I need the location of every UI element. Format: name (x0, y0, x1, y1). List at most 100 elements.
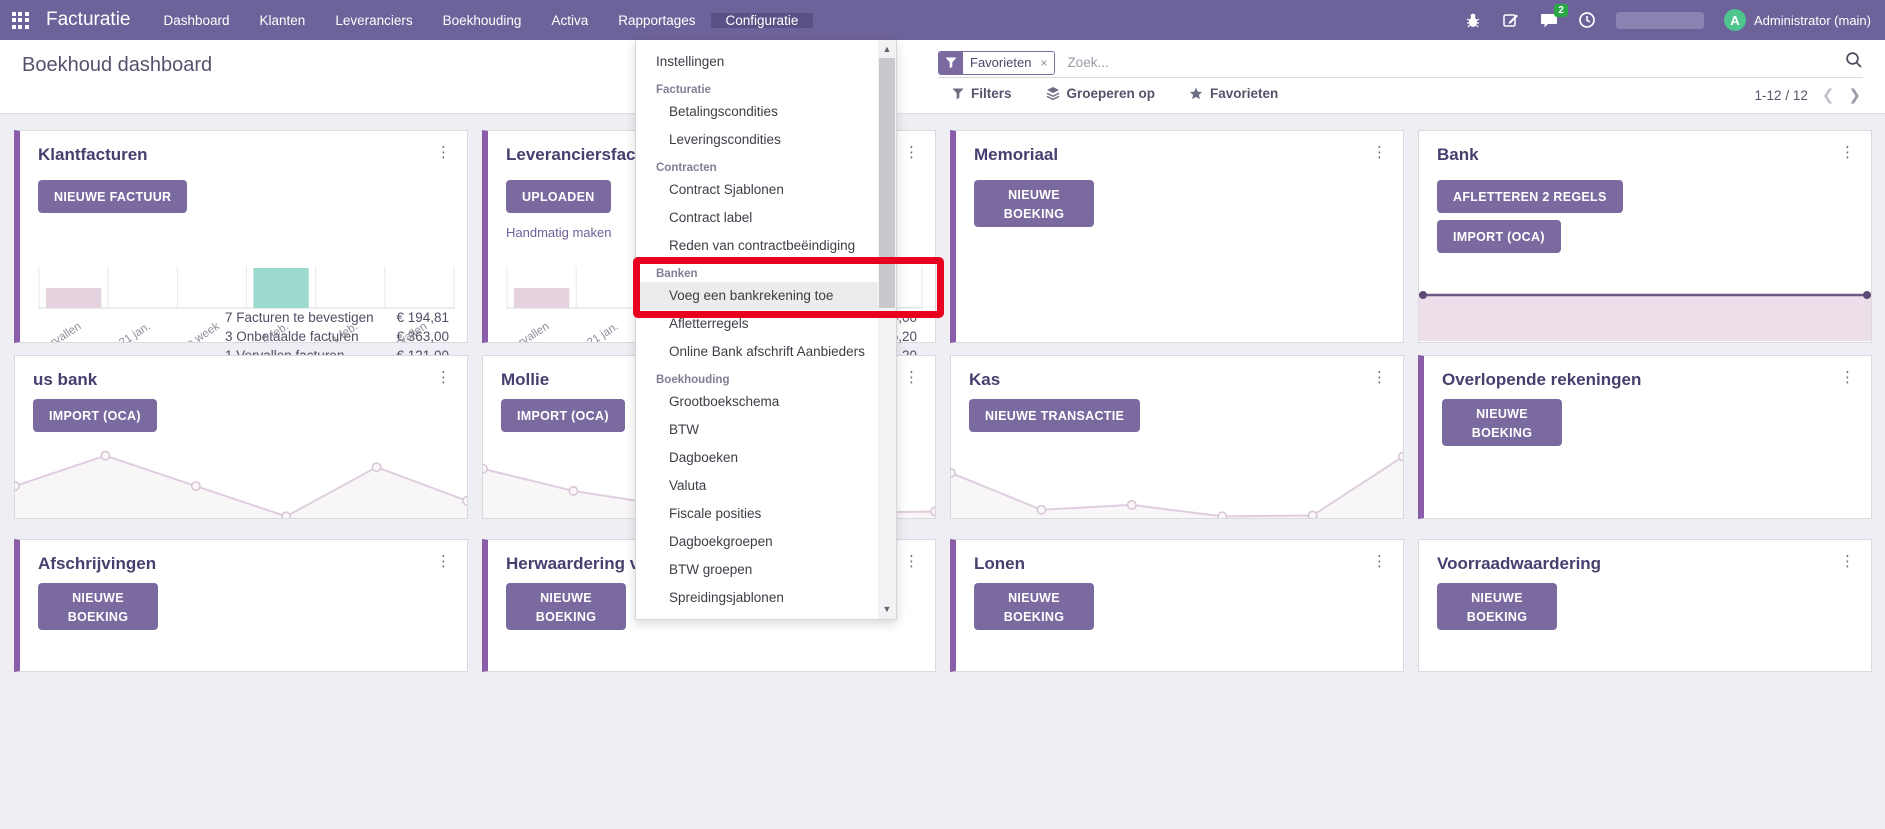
nav-item-dashboard[interactable]: Dashboard (148, 13, 244, 28)
scrollbar-down-icon[interactable]: ▼ (878, 601, 896, 617)
nieuwe-factuur-button[interactable]: NIEUWE FACTUUR (38, 180, 187, 213)
filter-funnel-icon (939, 52, 963, 74)
kebab-menu-icon[interactable]: ⋮ (432, 368, 455, 387)
menu-item-betalingscondities[interactable]: Betalingscondities (636, 98, 878, 126)
svg-text:Vervallen: Vervallen (38, 320, 84, 342)
svg-text:29 jan. - 4 feb.: 29 jan. - 4 feb. (223, 320, 291, 342)
kebab-menu-icon[interactable]: ⋮ (1368, 368, 1391, 387)
nieuwe-boeking-button[interactable]: NIEUWEBOEKING (974, 583, 1094, 630)
nieuwe-boeking-button[interactable]: NIEUWEBOEKING (1442, 399, 1562, 446)
kebab-menu-icon[interactable]: ⋮ (432, 552, 455, 571)
card-lonen: Lonen ⋮ NIEUWEBOEKING (950, 539, 1404, 672)
nieuwe-boeking-button[interactable]: NIEUWEBOEKING (974, 180, 1094, 227)
search-icon[interactable] (1845, 51, 1863, 74)
kebab-menu-icon[interactable]: ⋮ (1368, 552, 1391, 571)
svg-text:15 - 21 jan.: 15 - 21 jan. (98, 320, 153, 342)
search-facet: Favorieten × (938, 51, 1055, 75)
facet-label: Favorieten (963, 52, 1038, 74)
card-us-bank: us bank ⋮ IMPORT (OCA) (14, 355, 468, 519)
menu-item-fiscale-posities[interactable]: Fiscale posities (636, 500, 878, 528)
activity-clock-icon[interactable] (1578, 11, 1596, 29)
kebab-menu-icon[interactable]: ⋮ (900, 143, 923, 162)
kebab-menu-icon[interactable]: ⋮ (1836, 143, 1859, 162)
card-title: Memoriaal (974, 145, 1058, 165)
nav-item-configuratie[interactable]: Configuratie (711, 13, 814, 28)
menu-item-btw-groepen[interactable]: BTW groepen (636, 556, 878, 584)
bug-icon[interactable] (1464, 11, 1482, 29)
scrollbar-thumb[interactable] (879, 58, 895, 308)
card-memoriaal: Memoriaal ⋮ NIEUWEBOEKING (950, 130, 1404, 343)
group-by-button[interactable]: Groeperen op (1046, 86, 1156, 101)
dashboard-content: Klantfacturen ⋮ NIEUWE FACTUUR 7 Facture… (0, 114, 1885, 829)
navbar-left: Facturatie Dashboard Klanten Leverancier… (0, 0, 813, 40)
app-brand[interactable]: Facturatie (40, 9, 148, 31)
chat-icon[interactable]: 2 (1540, 11, 1558, 29)
svg-text:Niet vervallen: Niet vervallen (364, 320, 429, 342)
company-switcher-redacted[interactable] (1616, 12, 1704, 29)
card-title: Herwaardering vre (506, 554, 655, 574)
import-oca-button[interactable]: IMPORT (OCA) (501, 399, 625, 432)
kebab-menu-icon[interactable]: ⋮ (900, 368, 923, 387)
card-overlopende-rekeningen: Overlopende rekeningen ⋮ NIEUWEBOEKING (1418, 355, 1872, 519)
mini-line-chart (951, 436, 1403, 518)
menu-item-grootboekschema[interactable]: Grootboekschema (636, 388, 878, 416)
menu-item-valuta[interactable]: Valuta (636, 472, 878, 500)
facet-remove-icon[interactable]: × (1038, 52, 1054, 74)
menu-item-btw[interactable]: BTW (636, 416, 878, 444)
menu-item-online-bank-afschrift-aanbieders[interactable]: Online Bank afschrift Aanbieders (636, 338, 878, 366)
nav-item-activa[interactable]: Activa (536, 13, 603, 28)
kebab-menu-icon[interactable]: ⋮ (900, 552, 923, 571)
filters-funnel-icon (952, 88, 964, 100)
menu-item-dagboekgroepen[interactable]: Dagboekgroepen (636, 528, 878, 556)
menu-item-contract-sjablonen[interactable]: Contract Sjablonen (636, 176, 878, 204)
favorites-button[interactable]: Favorieten (1189, 86, 1278, 101)
nieuwe-boeking-button[interactable]: NIEUWEBOEKING (38, 583, 158, 630)
menu-item-instellingen[interactable]: Instellingen (636, 48, 878, 76)
menu-item-reden-van-contractbe-indiging[interactable]: Reden van contractbeëindiging (636, 232, 878, 260)
svg-text:Vervallen: Vervallen (506, 320, 552, 342)
grid-icon (12, 12, 29, 29)
config-menu-list: InstellingenFacturatieBetalingscondities… (636, 40, 878, 619)
mini-line-chart (15, 436, 467, 518)
kebab-menu-icon[interactable]: ⋮ (1836, 552, 1859, 571)
menu-item-spreidingsjablonen[interactable]: Spreidingsjablonen (636, 584, 878, 612)
menu-item-account-groepen[interactable]: Account groepen (636, 612, 878, 619)
dropdown-scrollbar[interactable]: ▲ ▼ (878, 40, 896, 619)
pager-prev-icon[interactable]: ❮ (1822, 88, 1835, 103)
svg-text:15 - 21 jan.: 15 - 21 jan. (566, 320, 621, 342)
nav-item-leveranciers[interactable]: Leveranciers (320, 13, 427, 28)
handmatig-maken-link[interactable]: Handmatig maken (506, 225, 612, 240)
card-title: Afschrijvingen (38, 554, 156, 574)
nav-item-boekhouding[interactable]: Boekhouding (428, 13, 537, 28)
menu-section-facturatie: Facturatie (636, 76, 878, 98)
user-menu[interactable]: A Administrator (main) (1724, 9, 1871, 31)
menu-item-afletterregels[interactable]: Afletterregels (636, 310, 878, 338)
uploaden-button[interactable]: UPLOADEN (506, 180, 611, 213)
afletteren-button[interactable]: AFLETTEREN 2 REGELS (1437, 180, 1623, 213)
layers-icon (1046, 87, 1060, 100)
menu-item-voeg-een-bankrekening-toe[interactable]: Voeg een bankrekening toe (636, 282, 878, 310)
import-oca-button[interactable]: IMPORT (OCA) (33, 399, 157, 432)
menu-item-leveringscondities[interactable]: Leveringscondities (636, 126, 878, 154)
pager-next-icon[interactable]: ❯ (1848, 88, 1861, 103)
kebab-menu-icon[interactable]: ⋮ (432, 143, 455, 162)
menu-item-contract-label[interactable]: Contract label (636, 204, 878, 232)
card-klantfacturen: Klantfacturen ⋮ NIEUWE FACTUUR 7 Facture… (14, 130, 468, 343)
search-input[interactable]: Zoek... (1067, 55, 1845, 70)
scrollbar-up-icon[interactable]: ▲ (878, 41, 896, 57)
edit-icon[interactable] (1502, 11, 1520, 29)
nav-item-rapportages[interactable]: Rapportages (603, 13, 710, 28)
nieuwe-transactie-button[interactable]: NIEUWE TRANSACTIE (969, 399, 1140, 432)
nieuwe-boeking-button[interactable]: NIEUWEBOEKING (506, 583, 626, 630)
apps-grid-icon[interactable] (0, 12, 40, 29)
import-oca-button[interactable]: IMPORT (OCA) (1437, 220, 1561, 253)
menu-item-dagboeken[interactable]: Dagboeken (636, 444, 878, 472)
svg-text:Deze week: Deze week (168, 320, 222, 342)
nav-item-klanten[interactable]: Klanten (245, 13, 321, 28)
nieuwe-boeking-button[interactable]: NIEUWEBOEKING (1437, 583, 1557, 630)
kebab-menu-icon[interactable]: ⋮ (1836, 368, 1859, 387)
filters-button[interactable]: Filters (952, 86, 1012, 101)
top-navbar: Facturatie Dashboard Klanten Leverancier… (0, 0, 1885, 40)
star-icon (1189, 87, 1203, 100)
kebab-menu-icon[interactable]: ⋮ (1368, 143, 1391, 162)
